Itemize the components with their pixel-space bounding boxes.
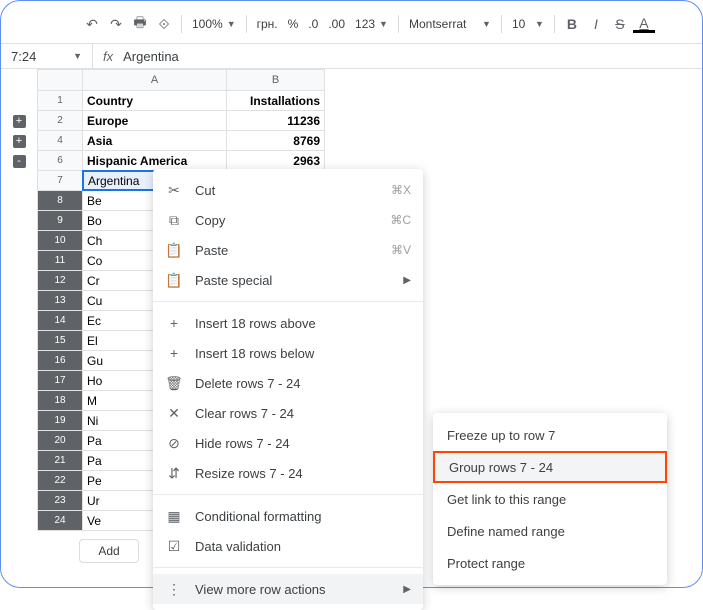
row-header[interactable]: 20 <box>37 431 83 451</box>
ctx-data-validation[interactable]: ☑Data validation <box>153 531 423 561</box>
add-rows-button[interactable]: Add <box>79 539 139 563</box>
ctx-conditional-formatting[interactable]: ▦Conditional formatting <box>153 501 423 531</box>
plus-icon: + <box>165 314 183 332</box>
ctx-more-actions[interactable]: ⋮View more row actions▶ <box>153 574 423 604</box>
strike-button[interactable]: S <box>609 13 631 35</box>
toolbar: ↶ ↷ 🖶 ⟐ 100%▼ грн. % .0 .00 123▼ Montser… <box>1 1 702 43</box>
row-header[interactable]: 4 <box>37 131 83 151</box>
ctx-resize[interactable]: ⇵Resize rows 7 - 24 <box>153 458 423 488</box>
row-header[interactable]: 2 <box>37 111 83 131</box>
redo-icon[interactable]: ↷ <box>105 13 127 35</box>
print-icon[interactable]: 🖶 <box>129 13 151 35</box>
formula-input[interactable]: Argentina <box>123 49 179 64</box>
text-color-button[interactable]: A <box>633 15 655 33</box>
row-actions-submenu: Freeze up to row 7 Group rows 7 - 24 Get… <box>433 413 667 585</box>
col-header-a[interactable]: A <box>83 69 227 91</box>
cell[interactable]: Hispanic America <box>83 151 227 171</box>
cell[interactable]: Installations <box>227 91 325 111</box>
select-all-corner[interactable] <box>37 69 83 91</box>
ctx-delete[interactable]: 🗑Delete rows 7 - 24 <box>153 368 423 398</box>
italic-button[interactable]: I <box>585 13 607 35</box>
ctx-insert-below[interactable]: +Insert 18 rows below <box>153 338 423 368</box>
cell[interactable]: Asia <box>83 131 227 151</box>
context-menu: ✂Cut⌘X ⧉Copy⌘C 📋Paste⌘V 📋Paste special▶ … <box>153 169 423 610</box>
sub-protect-range[interactable]: Protect range <box>433 547 667 579</box>
row-header[interactable]: 6 <box>37 151 83 171</box>
sub-get-link[interactable]: Get link to this range <box>433 483 667 515</box>
row-header[interactable]: 18 <box>37 391 83 411</box>
fx-label: fx <box>93 49 123 64</box>
sub-named-range[interactable]: Define named range <box>433 515 667 547</box>
undo-icon[interactable]: ↶ <box>81 13 103 35</box>
group-toggle-button[interactable]: + <box>13 115 26 128</box>
sub-group-rows[interactable]: Group rows 7 - 24 <box>433 451 667 483</box>
table-row: 1CountryInstallations <box>37 91 325 111</box>
ctx-hide[interactable]: ⊘Hide rows 7 - 24 <box>153 428 423 458</box>
col-header-b[interactable]: B <box>227 69 325 91</box>
font-select[interactable]: Montserrat▼ <box>405 17 495 31</box>
font-size-select[interactable]: 10▼ <box>508 17 548 31</box>
copy-icon: ⧉ <box>165 211 183 229</box>
hide-icon: ⊘ <box>165 434 183 452</box>
plus-icon: + <box>165 344 183 362</box>
name-box[interactable]: 7:24▼ <box>1 44 93 68</box>
chevron-right-icon: ▶ <box>403 584 411 595</box>
cell[interactable]: Europe <box>83 111 227 131</box>
percent-button[interactable]: % <box>284 17 303 31</box>
zoom-select[interactable]: 100%▼ <box>188 17 240 31</box>
ctx-paste[interactable]: 📋Paste⌘V <box>153 235 423 265</box>
group-toggle-button[interactable]: - <box>13 155 26 168</box>
ctx-paste-special[interactable]: 📋Paste special▶ <box>153 265 423 295</box>
row-header[interactable]: 12 <box>37 271 83 291</box>
row-header[interactable]: 23 <box>37 491 83 511</box>
row-header[interactable]: 16 <box>37 351 83 371</box>
table-row: 6Hispanic America2963 <box>37 151 325 171</box>
row-header[interactable]: 14 <box>37 311 83 331</box>
paste-special-icon: 📋 <box>165 271 183 289</box>
ctx-cut[interactable]: ✂Cut⌘X <box>153 175 423 205</box>
chevron-right-icon: ▶ <box>403 275 411 286</box>
ctx-insert-above[interactable]: +Insert 18 rows above <box>153 308 423 338</box>
table-row: 4Asia8769 <box>37 131 325 151</box>
bold-button[interactable]: B <box>561 13 583 35</box>
resize-icon: ⇵ <box>165 464 183 482</box>
formula-bar: 7:24▼ fx Argentina <box>1 43 702 69</box>
sub-freeze[interactable]: Freeze up to row 7 <box>433 419 667 451</box>
more-icon: ⋮ <box>165 580 183 598</box>
group-toggle-button[interactable]: + <box>13 135 26 148</box>
row-header[interactable]: 8 <box>37 191 83 211</box>
currency-button[interactable]: грн. <box>253 17 282 31</box>
row-header[interactable]: 9 <box>37 211 83 231</box>
number-format-select[interactable]: 123▼ <box>351 17 392 31</box>
row-header[interactable]: 10 <box>37 231 83 251</box>
row-header[interactable]: 11 <box>37 251 83 271</box>
paste-icon: 📋 <box>165 241 183 259</box>
ctx-clear[interactable]: ✕Clear rows 7 - 24 <box>153 398 423 428</box>
row-header[interactable]: 13 <box>37 291 83 311</box>
table-row: 2Europe11236 <box>37 111 325 131</box>
decrease-decimal-button[interactable]: .0 <box>304 17 322 31</box>
clear-icon: ✕ <box>165 404 183 422</box>
group-gutter: + + - <box>1 69 37 563</box>
row-header[interactable]: 19 <box>37 411 83 431</box>
ctx-copy[interactable]: ⧉Copy⌘C <box>153 205 423 235</box>
row-header[interactable]: 17 <box>37 371 83 391</box>
cell[interactable]: Country <box>83 91 227 111</box>
row-header[interactable]: 22 <box>37 471 83 491</box>
cell[interactable]: 2963 <box>227 151 325 171</box>
cell[interactable]: 11236 <box>227 111 325 131</box>
row-header[interactable]: 24 <box>37 511 83 531</box>
increase-decimal-button[interactable]: .00 <box>324 17 349 31</box>
row-header[interactable]: 21 <box>37 451 83 471</box>
paint-format-icon[interactable]: ⟐ <box>153 13 175 35</box>
cut-icon: ✂ <box>165 181 183 199</box>
trash-icon: 🗑 <box>165 374 183 392</box>
data-validation-icon: ☑ <box>165 537 183 555</box>
row-header[interactable]: 7 <box>37 171 83 191</box>
row-header[interactable]: 1 <box>37 91 83 111</box>
row-header[interactable]: 15 <box>37 331 83 351</box>
cell[interactable]: 8769 <box>227 131 325 151</box>
cond-format-icon: ▦ <box>165 507 183 525</box>
